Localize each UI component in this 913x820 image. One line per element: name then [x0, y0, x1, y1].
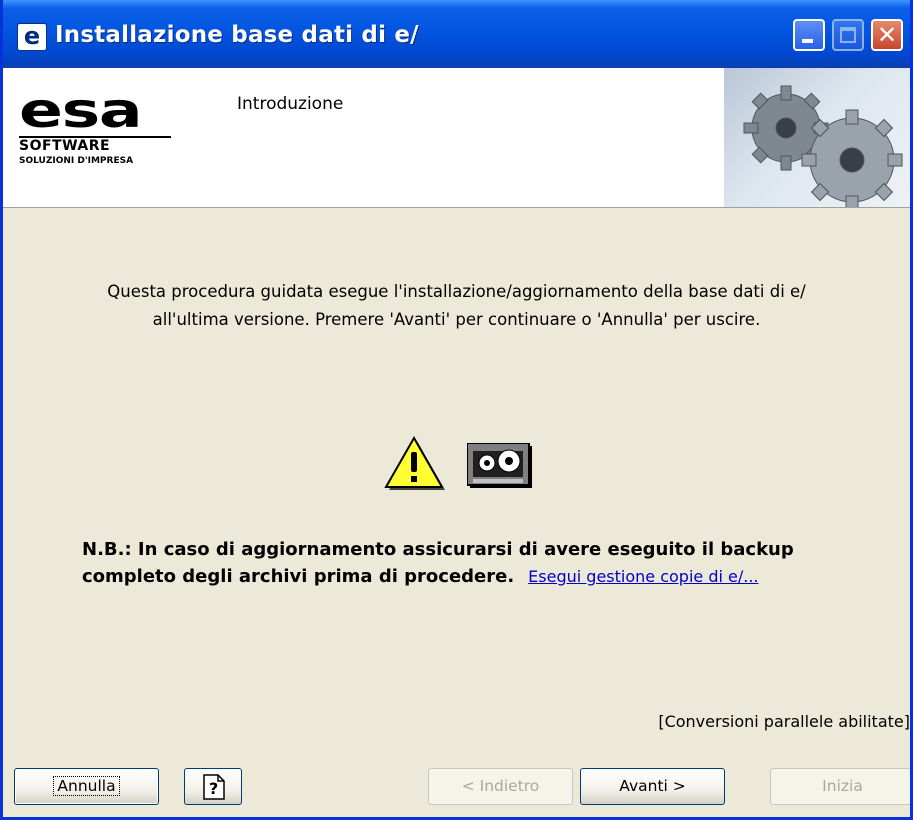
help-icon: ?	[203, 774, 225, 800]
info-icons	[383, 435, 543, 495]
wizard-header: esa SOFTWARE SOLUZIONI D'IMPRESA Introdu…	[3, 68, 910, 208]
maximize-button[interactable]	[832, 19, 864, 51]
svg-text:?: ?	[209, 779, 218, 798]
cancel-label: Annulla	[53, 776, 120, 796]
close-button[interactable]: ✕	[871, 19, 903, 51]
note-line-2: completo degli archivi prima di proceder…	[82, 563, 882, 590]
installer-window: e Installazione base dati di e/ ✕ esa SO…	[0, 0, 913, 820]
logo-tagline: SOLUZIONI D'IMPRESA	[19, 156, 134, 166]
page-title: Introduzione	[237, 94, 344, 114]
minimize-button[interactable]	[793, 19, 825, 51]
warning-icon	[384, 435, 445, 490]
logo-wordmark: esa	[19, 83, 143, 139]
cancel-button[interactable]: Annulla	[14, 768, 159, 805]
help-button[interactable]: ?	[184, 768, 242, 805]
backup-management-link[interactable]: Esegui gestione copie di e/...	[528, 567, 758, 586]
backup-tape-icon	[467, 443, 532, 488]
app-icon[interactable]: e	[17, 23, 47, 51]
intro-line-2: all'ultima versione. Premere 'Avanti' pe…	[152, 310, 761, 329]
note-line-2-text: completo degli archivi prima di proceder…	[82, 566, 515, 587]
gears-icon	[724, 68, 910, 207]
intro-text: Questa procedura guidata esegue l'instal…	[3, 278, 910, 334]
status-text: [Conversioni parallele abilitate]	[658, 712, 910, 731]
intro-line-1: Questa procedura guidata esegue l'instal…	[107, 282, 806, 301]
minimize-icon	[802, 39, 813, 43]
window-title: Installazione base dati di e/	[55, 22, 419, 48]
esa-software-logo: esa SOFTWARE SOLUZIONI D'IMPRESA	[19, 87, 179, 178]
title-bar[interactable]: e Installazione base dati di e/ ✕	[3, 0, 910, 68]
backup-note: N.B.: In caso di aggiornamento assicurar…	[82, 536, 882, 590]
note-line-1: N.B.: In caso di aggiornamento assicurar…	[82, 539, 794, 560]
close-icon: ✕	[876, 21, 898, 49]
next-button[interactable]: Avanti >	[580, 768, 725, 805]
maximize-icon	[840, 27, 856, 43]
start-button[interactable]: Inizia	[770, 768, 910, 805]
back-button[interactable]: < Indietro	[428, 768, 573, 805]
